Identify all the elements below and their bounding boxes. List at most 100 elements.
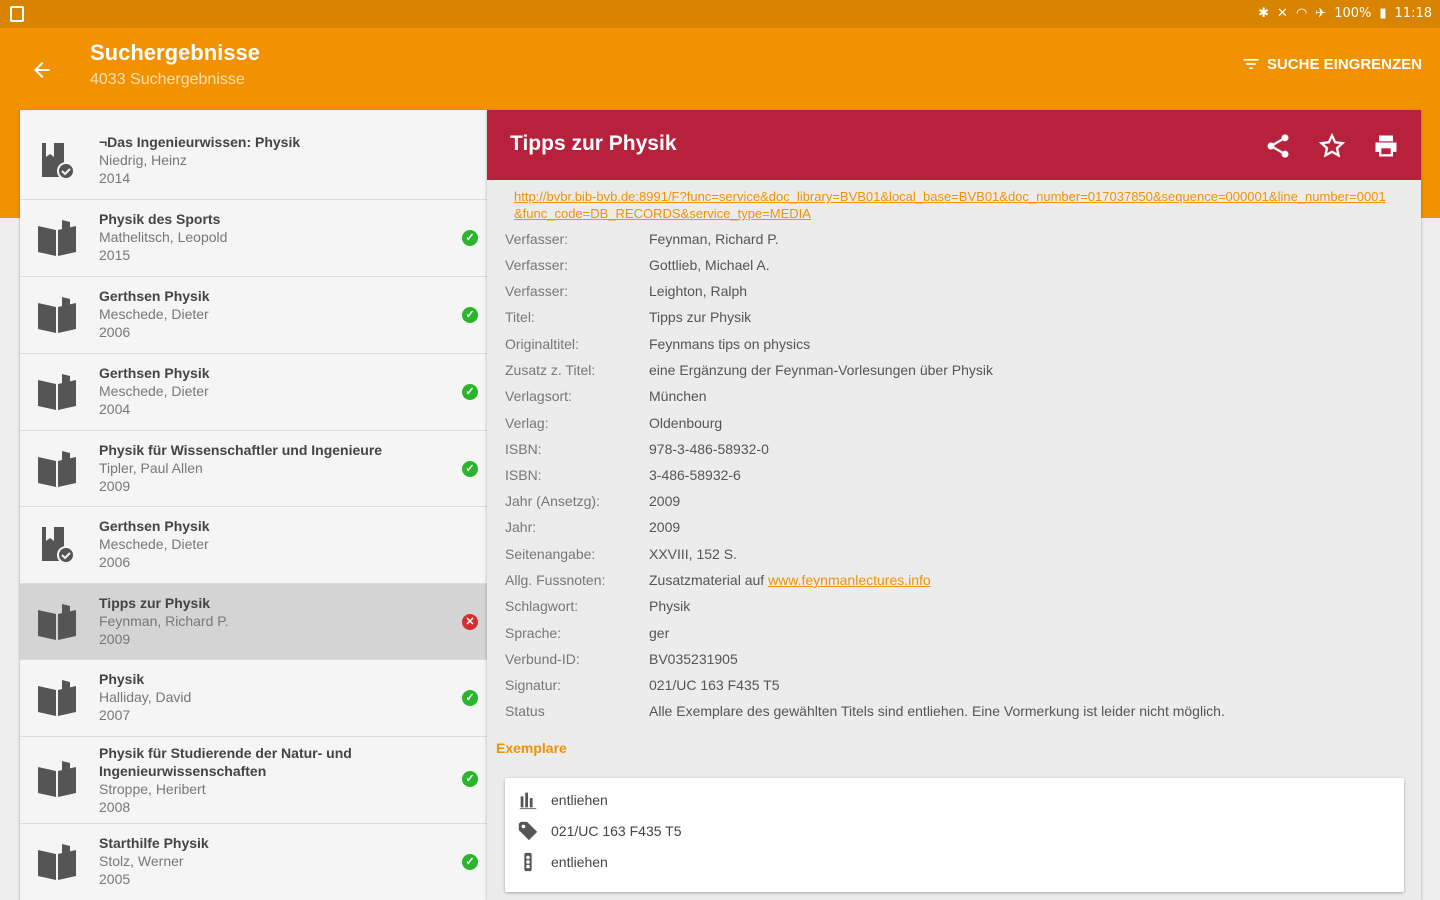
mute-icon: ✕ — [1277, 6, 1288, 21]
detail-title: Tipps zur Physik — [510, 132, 677, 155]
field-value: Physik — [649, 598, 691, 614]
available-status-icon: ✓ — [462, 384, 478, 400]
battery-percent: 100% — [1334, 6, 1372, 21]
item-year: 2004 — [99, 401, 131, 417]
media-link[interactable]: http://bvbr.bib-bvb.de:8991/F?func=servi… — [514, 188, 1394, 222]
open-book-icon — [38, 604, 76, 640]
book-save-icon — [42, 527, 75, 564]
item-year: 2006 — [99, 324, 131, 340]
field-value: Feynman, Richard P. — [649, 231, 779, 247]
field-label: Titel: — [505, 309, 535, 325]
field-row: Verbund-ID: BV035231905 — [505, 651, 1405, 671]
field-row: Jahr (Ansetzg): 2009 — [505, 493, 1405, 513]
filter-icon — [1243, 59, 1259, 69]
list-item-selected[interactable]: Tipps zur Physik Feynman, Richard P. 200… — [20, 584, 487, 660]
wifi-icon: ◠ — [1295, 6, 1308, 21]
field-value: 978-3-486-58932-0 — [649, 441, 769, 457]
copy-card[interactable]: entliehen 021/UC 163 F435 T5 entliehen — [505, 778, 1404, 892]
print-icon[interactable] — [1372, 132, 1400, 160]
notification-icon — [10, 6, 24, 22]
footnote-text: Zusatzmaterial auf — [649, 572, 769, 588]
field-value: BV035231905 — [649, 651, 738, 667]
field-value: Oldenbourg — [649, 415, 723, 431]
filter-search-button[interactable]: SUCHE EINGRENZEN — [1241, 54, 1422, 74]
field-label: Originaltitel: — [505, 336, 579, 352]
book-save-icon — [42, 143, 75, 180]
list-item[interactable]: Gerthsen Physik Meschede, Dieter 2004 ✓ — [20, 354, 487, 431]
filter-search-label: SUCHE EINGRENZEN — [1266, 55, 1422, 73]
field-value: München — [649, 388, 707, 404]
star-icon[interactable] — [1318, 132, 1346, 160]
field-label: Verfasser: — [505, 257, 569, 273]
list-item[interactable]: Physik Halliday, David 2007 ✓ — [20, 660, 487, 737]
copy-location: entliehen — [551, 792, 608, 808]
item-author: Meschede, Dieter — [99, 306, 209, 322]
field-value: XXVIII, 152 S. — [649, 546, 737, 562]
list-item[interactable]: Physik für Wissenschaftler und Ingenieur… — [20, 431, 487, 507]
bluetooth-icon: ✱ — [1258, 6, 1270, 21]
field-row: Signatur: 021/UC 163 F435 T5 — [505, 677, 1405, 697]
airplane-icon: ✈ — [1315, 6, 1327, 21]
field-label: Schlagwort: — [505, 598, 579, 614]
result-list[interactable]: ¬Das Ingenieurwissen: Physik Niedrig, He… — [20, 110, 487, 900]
item-author: Halliday, David — [99, 689, 192, 705]
traffic-light-icon — [524, 852, 532, 872]
open-book-icon — [38, 844, 76, 880]
list-item[interactable]: Physik für Studierende der Natur- und In… — [20, 737, 487, 824]
list-item[interactable]: Gerthsen Physik Meschede, Dieter 2006 ✓ — [20, 277, 487, 354]
field-label: Seitenangabe: — [505, 546, 596, 562]
field-row: Schlagwort: Physik — [505, 598, 1405, 618]
list-item[interactable]: Physik des Sports Mathelitsch, Leopold 2… — [20, 200, 487, 277]
open-book-icon — [38, 297, 76, 333]
field-label: ISBN: — [505, 441, 542, 457]
field-row: Verlag: Oldenbourg — [505, 415, 1405, 435]
item-year: 2014 — [99, 170, 131, 186]
copy-signature-row: 021/UC 163 F435 T5 — [517, 819, 682, 843]
item-title: Gerthsen Physik — [99, 288, 210, 304]
available-status-icon: ✓ — [462, 230, 478, 246]
item-year: 2009 — [99, 631, 131, 647]
result-count: 4033 Suchergebnisse — [90, 71, 245, 88]
detail-header: Tipps zur Physik — [487, 110, 1421, 180]
field-row: Verlagsort: München — [505, 388, 1405, 408]
status-bar-right: ✱ ✕ ◠ ✈ 100% ▮ 11:18 — [1258, 6, 1432, 21]
field-label: ISBN: — [505, 467, 542, 483]
share-icon[interactable] — [1264, 132, 1292, 160]
arrow-back-icon — [34, 62, 50, 78]
list-item[interactable]: Starthilfe Physik Stolz, Werner 2005 ✓ — [20, 824, 487, 900]
field-value: eine Ergänzung der Feynman-Vorlesungen ü… — [649, 362, 993, 378]
open-book-icon — [38, 680, 76, 716]
footnote-link[interactable]: www.feynmanlectures.info — [768, 572, 931, 588]
field-row: Titel: Tipps zur Physik — [505, 309, 1405, 329]
field-value: 021/UC 163 F435 T5 — [649, 677, 780, 693]
field-label: Verfasser: — [505, 283, 569, 299]
field-label: Signatur: — [505, 677, 562, 693]
field-value: Zusatzmaterial auf www.feynmanlectures.i… — [649, 572, 931, 588]
item-title: ¬Das Ingenieurwissen: Physik — [99, 134, 301, 150]
item-title: Physik des Sports — [99, 211, 221, 227]
field-row: Status Alle Exemplare des gewählten Titel… — [505, 703, 1405, 723]
field-value: 2009 — [649, 493, 681, 509]
field-value: Alle Exemplare des gewählten Titels sind… — [649, 703, 1225, 719]
back-button[interactable] — [22, 50, 62, 90]
list-item[interactable]: ¬Das Ingenieurwissen: Physik Niedrig, He… — [20, 123, 487, 200]
field-row: ISBN: 978-3-486-58932-0 — [505, 441, 1405, 461]
item-title: Gerthsen Physik — [99, 365, 210, 381]
available-status-icon: ✓ — [462, 690, 478, 706]
item-title: Physik — [99, 671, 145, 687]
field-value: 2009 — [649, 519, 681, 535]
list-item[interactable]: Gerthsen Physik Meschede, Dieter 2006 — [20, 507, 487, 584]
field-label: Sprache: — [505, 625, 562, 641]
field-value: ger — [649, 625, 670, 641]
field-label: Verlag: — [505, 415, 549, 431]
item-year: 2015 — [99, 247, 131, 263]
item-year: 2008 — [99, 799, 131, 815]
open-book-icon — [38, 761, 76, 797]
item-author: Niedrig, Heinz — [99, 152, 187, 168]
item-title: Physik für Wissenschaftler und Ingenieur… — [99, 442, 383, 458]
field-value: Gottlieb, Michael A. — [649, 257, 770, 273]
item-title: Physik für Studierende der Natur- und In… — [99, 745, 352, 779]
field-label: Jahr (Ansetzg): — [505, 493, 600, 509]
available-status-icon: ✓ — [462, 461, 478, 477]
item-title: Tipps zur Physik — [99, 595, 210, 611]
